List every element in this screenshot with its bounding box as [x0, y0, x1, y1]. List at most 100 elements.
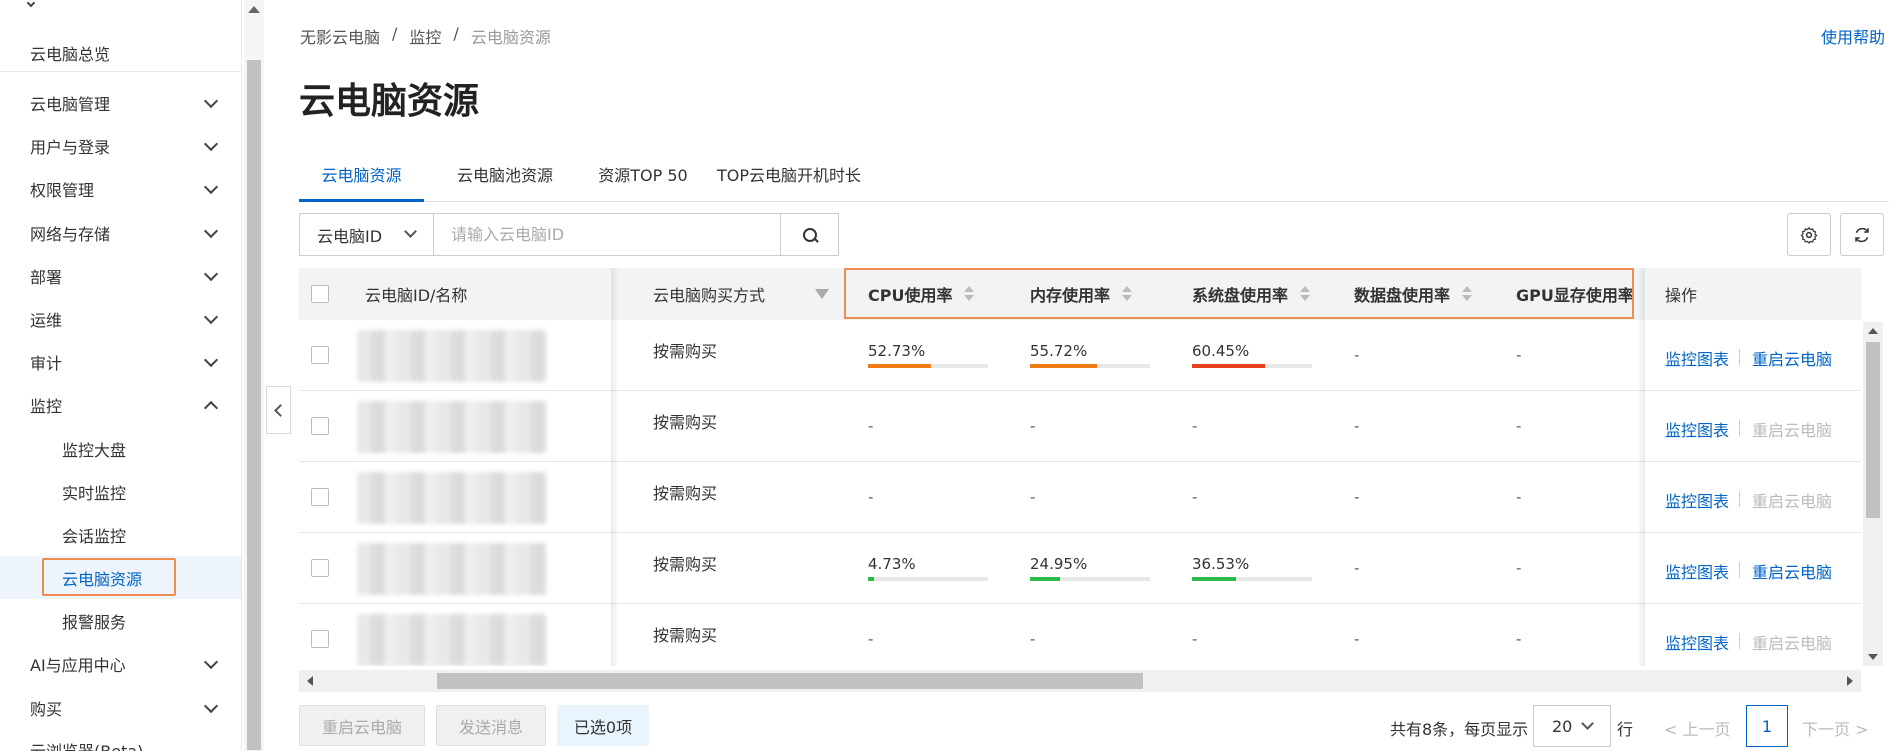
table-row: 按需购买 52.73% 55.72% 60.45% - - 监控图表 重启云电脑	[299, 320, 1861, 391]
scroll-up-arrow-icon[interactable]	[1868, 328, 1878, 334]
checkbox[interactable]	[311, 346, 329, 364]
sidebar-item-alert-service[interactable]: 报警服务	[0, 599, 241, 642]
current-page-button[interactable]: 1	[1746, 705, 1788, 747]
tab-top-uptime[interactable]: TOP云电脑开机时长	[709, 152, 869, 202]
sidebar-item-purchase[interactable]: 购买	[0, 686, 241, 729]
mem-usage-value: -	[1030, 417, 1036, 435]
sidebar-item-audit[interactable]: 审计	[0, 340, 241, 383]
scrollbar-thumb[interactable]	[437, 673, 1143, 689]
settings-button[interactable]	[1787, 213, 1831, 256]
sys-usage-bar	[1192, 364, 1312, 368]
cpu-usage-value: 52.73%	[868, 342, 926, 360]
checkbox[interactable]	[311, 417, 329, 435]
cpu-usage-bar	[868, 577, 988, 581]
redacted-desktop-id	[357, 472, 547, 524]
monitor-chart-link[interactable]: 监控图表	[1665, 559, 1729, 583]
sidebar-item-network-storage[interactable]: 网络与存储	[0, 211, 241, 254]
filter-icon[interactable]	[815, 289, 830, 299]
column-header-id-name: 云电脑ID/名称	[365, 286, 468, 305]
column-header-purchase[interactable]: 云电脑购买方式	[653, 268, 830, 320]
monitor-chart-link[interactable]: 监控图表	[1665, 346, 1729, 370]
row-checkbox[interactable]	[311, 417, 329, 435]
sidebar-item-label: AI与应用中心	[30, 655, 126, 675]
sidebar-item-permissions[interactable]: 权限管理	[0, 167, 241, 210]
sidebar-item-label: 报警服务	[62, 612, 127, 632]
sidebar-item-cloud-browser[interactable]: 云浏览器(Beta)	[0, 728, 241, 751]
breadcrumb-item[interactable]: 无影云电脑	[300, 24, 380, 48]
table-vertical-scrollbar[interactable]	[1863, 322, 1883, 666]
chevron-left-icon	[274, 403, 287, 417]
refresh-button[interactable]	[1840, 213, 1884, 256]
prev-page-button[interactable]: < 上一页	[1664, 716, 1731, 740]
checkbox[interactable]	[311, 559, 329, 577]
restart-desktop-link[interactable]: 重启云电脑	[1752, 417, 1832, 441]
restart-desktop-link[interactable]: 重启云电脑	[1752, 559, 1832, 583]
sidebar-item-desktop-resources[interactable]: 云电脑资源	[0, 556, 241, 599]
sidebar-item-overview[interactable]: 云电脑总览	[0, 31, 241, 74]
sidebar-item-desktop-management[interactable]: 云电脑管理	[0, 81, 241, 124]
scroll-right-arrow-icon[interactable]	[1847, 676, 1853, 686]
next-page-button[interactable]: 下一页 >	[1802, 716, 1869, 740]
checkbox[interactable]	[311, 630, 329, 648]
sidebar-item-users-login[interactable]: 用户与登录	[0, 124, 241, 167]
monitor-chart-link[interactable]: 监控图表	[1665, 630, 1729, 654]
row-checkbox[interactable]	[311, 559, 329, 577]
search-field-select[interactable]: 云电脑ID	[300, 214, 434, 255]
help-link[interactable]: 使用帮助	[1821, 24, 1885, 48]
scroll-up-arrow-icon[interactable]	[248, 6, 260, 13]
row-checkbox[interactable]	[311, 630, 329, 648]
restart-desktop-link[interactable]: 重启云电脑	[1752, 488, 1832, 512]
chevron-down-icon	[203, 309, 219, 325]
resource-table: 云电脑ID/名称 云电脑购买方式 CPU使用率 内存使用率 系统盘使用率 数据盘…	[299, 268, 1861, 666]
breadcrumb-current: 云电脑资源	[470, 28, 551, 47]
restart-desktop-link[interactable]: 重启云电脑	[1752, 346, 1832, 370]
row-checkbox[interactable]	[311, 346, 329, 364]
sidebar-item-label: 实时监控	[62, 483, 127, 503]
scroll-left-arrow-icon[interactable]	[307, 676, 313, 686]
sidebar-item-operations[interactable]: 运维	[0, 297, 241, 340]
sidebar-item-label: 用户与登录	[30, 137, 111, 157]
sidebar-scrollbar[interactable]	[244, 0, 264, 751]
tab-resource-top50[interactable]: 资源TOP 50	[583, 152, 703, 202]
scrollbar-thumb[interactable]	[247, 60, 261, 750]
sidebar-item-monitoring[interactable]: 监控	[0, 383, 241, 426]
monitor-chart-link[interactable]: 监控图表	[1665, 488, 1729, 512]
action-separator	[1739, 349, 1740, 365]
scroll-down-arrow-icon[interactable]	[1868, 654, 1878, 660]
tab-desktop-pool-resources[interactable]: 云电脑池资源	[443, 152, 567, 202]
usage-bar-fill	[1192, 364, 1265, 368]
action-separator	[1739, 491, 1740, 507]
send-message-button[interactable]: 发送消息	[436, 705, 546, 746]
sidebar-item-label: 监控大盘	[62, 440, 127, 460]
table-horizontal-scrollbar[interactable]	[299, 670, 1861, 692]
search-input[interactable]	[434, 214, 780, 255]
chevron-down-icon	[203, 352, 219, 368]
tab-desktop-resources[interactable]: 云电脑资源	[299, 152, 424, 202]
select-all-checkbox[interactable]	[311, 268, 329, 320]
sys-usage-value: 60.45%	[1192, 342, 1250, 360]
checkbox[interactable]	[311, 488, 329, 506]
search-button[interactable]	[780, 214, 838, 255]
sidebar-item-deploy[interactable]: 部署	[0, 254, 241, 297]
cpu-usage-value: -	[868, 488, 874, 506]
breadcrumb-item[interactable]: 监控	[409, 24, 441, 48]
sidebar-item-realtime-monitoring[interactable]: 实时监控	[0, 470, 241, 513]
sidebar-item-dashboard[interactable]: 监控大盘	[0, 427, 241, 470]
sidebar-item-session-monitoring[interactable]: 会话监控	[0, 513, 241, 556]
mem-usage-bar	[1030, 364, 1150, 368]
chevron-down-icon	[203, 93, 219, 109]
sidebar-item-ai-apps[interactable]: AI与应用中心	[0, 642, 241, 685]
chevron-down-icon	[203, 179, 219, 195]
checkbox[interactable]	[311, 285, 329, 303]
monitor-chart-link[interactable]: 监控图表	[1665, 417, 1729, 441]
restart-desktop-button[interactable]: 重启云电脑	[299, 705, 425, 746]
row-checkbox[interactable]	[311, 488, 329, 506]
sys-usage-value: -	[1192, 630, 1198, 648]
page-size-select[interactable]: 20	[1533, 705, 1611, 747]
chevron-down-icon	[203, 266, 219, 282]
page-size-value: 20	[1552, 716, 1573, 736]
restart-desktop-link[interactable]: 重启云电脑	[1752, 630, 1832, 654]
scrollbar-thumb[interactable]	[1866, 342, 1880, 518]
action-separator	[1739, 562, 1740, 578]
collapse-sidebar-button[interactable]	[266, 386, 291, 434]
